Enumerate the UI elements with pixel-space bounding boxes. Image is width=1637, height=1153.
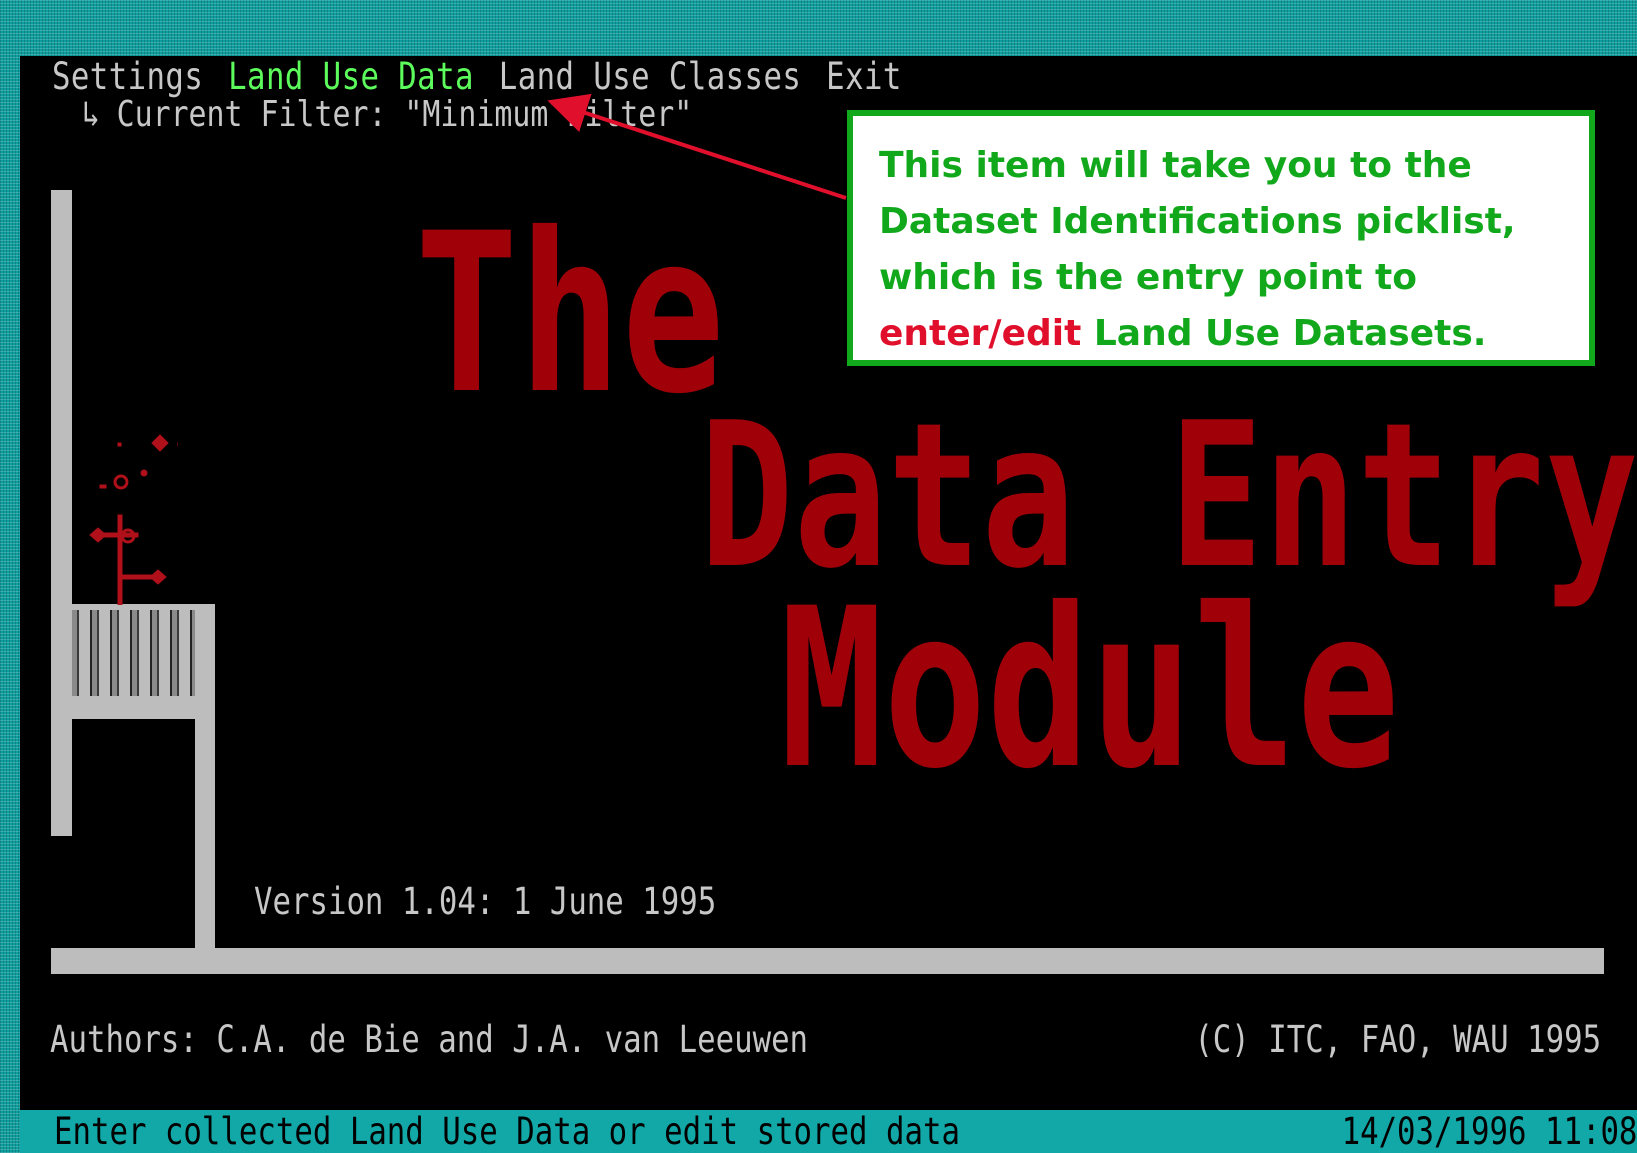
status-datetime: 14/03/1996 11:08 bbox=[1341, 1110, 1637, 1153]
copyright-text: (C) ITC, FAO, WAU 1995 bbox=[1194, 1018, 1601, 1061]
status-bar: Enter collected Land Use Data or edit st… bbox=[20, 1110, 1637, 1153]
splash-title: The Data Entry Module bbox=[415, 186, 1637, 817]
authors-text: Authors: C.A. de Bie and J.A. van Leeuwe… bbox=[50, 1018, 809, 1061]
splash-title-line-1: The bbox=[415, 186, 725, 442]
status-message: Enter collected Land Use Data or edit st… bbox=[54, 1110, 960, 1153]
version-text: Version 1.04: 1 June 1995 bbox=[254, 880, 717, 923]
splash-title-line-3: Module bbox=[780, 561, 1400, 817]
